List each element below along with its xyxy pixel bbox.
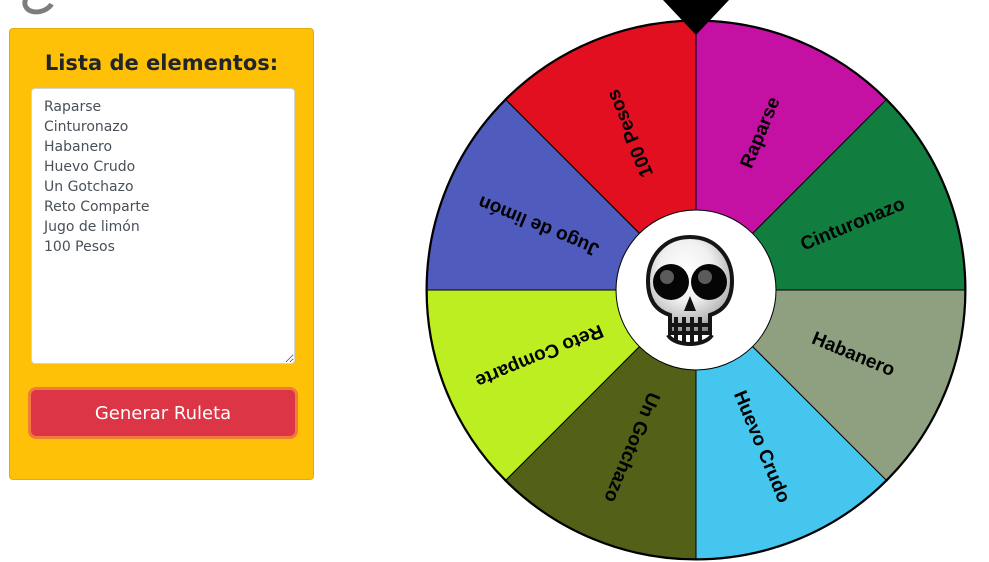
items-panel: Lista de elementos: Raparse Cinturonazo … [9, 28, 314, 480]
pointer-icon [663, 0, 729, 35]
panel-title: Lista de elementos: [44, 51, 279, 75]
page: Lista de elementos: Raparse Cinturonazo … [0, 0, 989, 562]
refresh-icon[interactable] [18, 0, 60, 19]
generate-wheel-button[interactable]: Generar Ruleta [28, 387, 298, 439]
items-textarea[interactable]: Raparse Cinturonazo Habanero Huevo Crudo… [31, 88, 295, 364]
skull-icon [645, 234, 735, 346]
